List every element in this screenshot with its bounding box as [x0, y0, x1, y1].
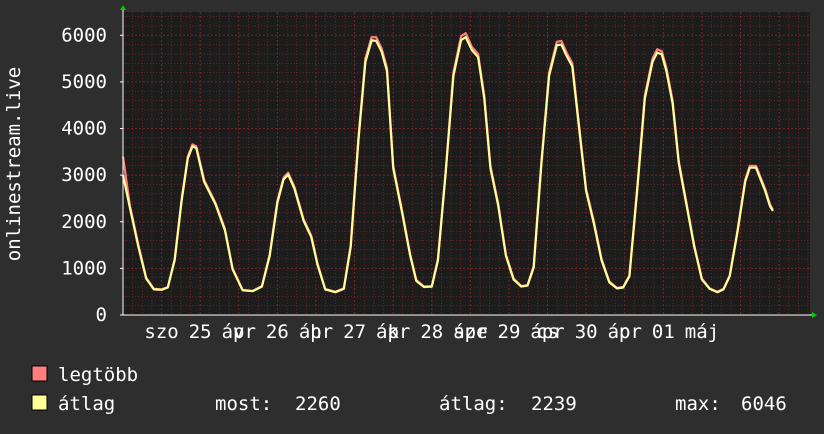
traffic-chart: 0 1000 2000 3000 4000 5000 6000 szo 25 ápr v 26 ápr… — [0, 0, 824, 430]
legend-label-max: legtöbb — [58, 364, 138, 386]
stat-average-label: átlag: — [439, 393, 508, 415]
y-tick-label: 3000 — [61, 164, 107, 186]
x-tick-label: cs — [536, 321, 559, 343]
stat-max-value: 6046 — [741, 393, 787, 415]
y-tick-label: 5000 — [61, 71, 107, 93]
y-axis-label: onlinestream.live — [3, 67, 25, 261]
x-tick-labels: szo 25 áprv 26 áprh 27 áprk 28 áprsze 29 áprcs 30 áp… — [144, 321, 719, 343]
legend-swatch-max — [31, 365, 48, 382]
legend-label-avg: átlag — [58, 393, 115, 415]
x-tick-label: máj — [685, 321, 719, 343]
y-tick-label: 4000 — [61, 118, 107, 140]
legend-swatch-avg — [31, 394, 48, 411]
stat-max-label: max: — [675, 393, 721, 415]
y-tick-label: 6000 — [61, 24, 107, 46]
stat-average-value: 2239 — [531, 393, 577, 415]
plot-area — [123, 12, 810, 315]
chart-canvas: 0100020003000400050006000 szo 25 áprv 26 ápr… — [0, 0, 824, 430]
x-tick-label: 30 — [575, 321, 598, 343]
y-tick-label: 0 — [96, 304, 107, 326]
x-tick-label: szo — [144, 321, 178, 343]
x-tick-label: 01 — [652, 321, 675, 343]
stats: most: 2260 átlag: 2239 max: 6046 — [215, 393, 787, 415]
stat-current-value: 2260 — [295, 393, 341, 415]
x-tick-label: h — [310, 321, 321, 343]
x-tick-label: 29 — [498, 321, 521, 343]
x-tick-label: 26 — [266, 321, 289, 343]
y-tick-label: 1000 — [61, 257, 107, 279]
x-tick-label: 27 — [343, 321, 366, 343]
x-tick-label: sze — [453, 321, 487, 343]
x-tick-label: 25 — [189, 321, 212, 343]
x-tick-label: p — [619, 321, 630, 343]
x-tick-label: 28 — [420, 321, 443, 343]
stat-current-label: most: — [215, 393, 272, 415]
x-tick-label: k — [387, 321, 399, 343]
y-tick-label: 2000 — [61, 211, 107, 233]
x-tick-label: v — [233, 321, 244, 343]
